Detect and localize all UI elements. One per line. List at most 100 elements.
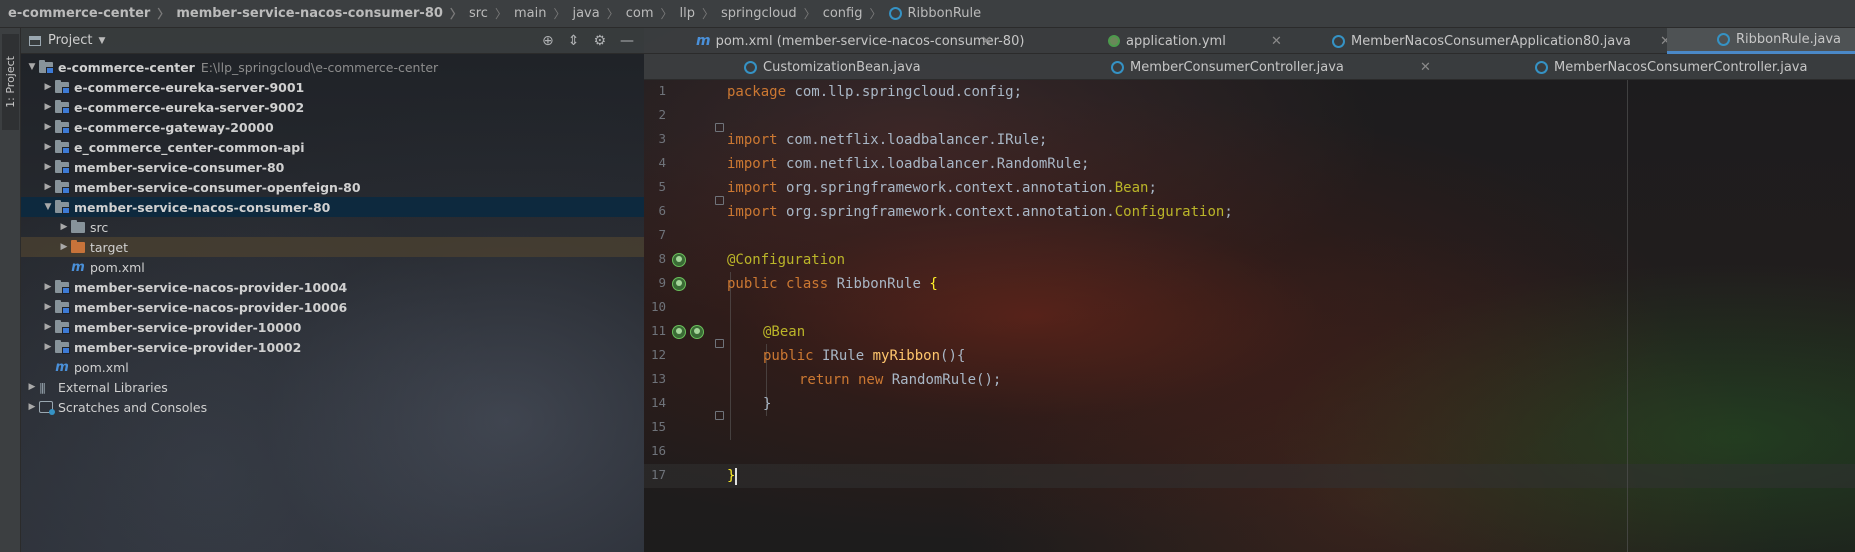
- breadcrumb-label: e-commerce-center: [8, 6, 151, 21]
- expand-arrow-icon[interactable]: ▶: [41, 282, 55, 292]
- tree-row[interactable]: ▼ e-commerce-center E:\llp_springcloud\e…: [21, 57, 644, 77]
- fold-icon[interactable]: [715, 339, 724, 348]
- chevron-right-icon: 〉: [606, 7, 619, 21]
- expand-arrow-icon[interactable]: ▼: [25, 62, 39, 72]
- expand-arrow-icon[interactable]: ▶: [41, 122, 55, 132]
- breadcrumb-item[interactable]: com 〉: [626, 5, 680, 22]
- chevron-right-icon: 〉: [701, 7, 714, 21]
- editor-tab[interactable]: application.yml ✕: [1108, 28, 1282, 54]
- code-token: import: [727, 132, 778, 148]
- line-number: 1: [658, 83, 666, 98]
- class-icon: [1111, 60, 1124, 74]
- tree-row[interactable]: ▶ member-service-consumer-80: [21, 157, 644, 177]
- tree-row[interactable]: ▶ ||| External Libraries: [21, 377, 644, 397]
- module-folder-icon: [55, 199, 70, 214]
- editor-tab-active[interactable]: RibbonRule.java: [1667, 28, 1855, 54]
- tree-row[interactable]: ▶ member-service-provider-10002: [21, 337, 644, 357]
- breadcrumb-label: java: [572, 6, 600, 21]
- expand-arrow-icon[interactable]: ▶: [41, 182, 55, 192]
- tree-row[interactable]: ▶ e-commerce-eureka-server-9001: [21, 77, 644, 97]
- module-folder-icon: [55, 99, 70, 114]
- editor-tab[interactable]: MemberNacosConsumerController.java: [1535, 54, 1807, 80]
- tree-row[interactable]: ▶ member-service-nacos-provider-10004: [21, 277, 644, 297]
- line-number: 9: [658, 275, 666, 290]
- code-token: IRule: [813, 348, 873, 364]
- expand-arrow-icon[interactable]: ▶: [41, 162, 55, 172]
- tree-row[interactable]: ▶ member-service-consumer-openfeign-80: [21, 177, 644, 197]
- line-number: 15: [650, 419, 666, 434]
- tree-row[interactable]: ▶ Scratches and Consoles: [21, 397, 644, 417]
- expand-arrow-icon[interactable]: ▶: [41, 322, 55, 332]
- panel-toolbar: ⊕ ⇕ ⚙ —: [542, 33, 644, 49]
- spring-bean-icon[interactable]: [690, 325, 704, 339]
- spring-bean-icon[interactable]: [672, 325, 686, 339]
- tree-row[interactable]: ▼ member-service-nacos-consumer-80: [21, 197, 644, 217]
- text-caret: [735, 467, 738, 485]
- fold-icon[interactable]: [715, 123, 724, 132]
- locate-icon[interactable]: ⊕: [542, 33, 554, 49]
- fold-icon[interactable]: [715, 196, 724, 205]
- line-number: 5: [658, 179, 666, 194]
- editor-tab[interactable]: MemberConsumerController.java ✕: [1111, 54, 1431, 80]
- tree-row[interactable]: ▶ target: [21, 237, 644, 257]
- gear-icon[interactable]: ⚙: [593, 33, 606, 49]
- breadcrumb-item[interactable]: member-service-nacos-consumer-80 〉: [176, 5, 469, 22]
- tree-row[interactable]: ▶ src: [21, 217, 644, 237]
- expand-arrow-icon[interactable]: ▶: [41, 142, 55, 152]
- folder-icon: [71, 219, 85, 233]
- collapse-icon[interactable]: ⇕: [568, 33, 580, 49]
- editor-tab[interactable]: MemberNacosConsumerApplication80.java ✕: [1332, 28, 1671, 54]
- expand-arrow-icon[interactable]: ▶: [25, 382, 39, 392]
- code-editor[interactable]: 1 2 3 4 5 6 7 8 9 10 11 12 13 14 15 16 1…: [644, 80, 1855, 552]
- project-tool-tab[interactable]: 1: Project: [2, 34, 19, 130]
- tree-row[interactable]: m pom.xml: [21, 357, 644, 377]
- fold-icon[interactable]: [715, 411, 724, 420]
- minimize-icon[interactable]: —: [620, 33, 634, 49]
- class-icon: [744, 60, 757, 74]
- class-icon: [1717, 33, 1730, 46]
- code-token: com.llp.springcloud.config;: [786, 84, 1023, 100]
- tree-row[interactable]: ▶ member-service-provider-10000: [21, 317, 644, 337]
- expand-arrow-icon[interactable]: ▶: [41, 302, 55, 312]
- expand-arrow-icon[interactable]: ▶: [25, 402, 39, 412]
- breadcrumb-item[interactable]: RibbonRule: [888, 6, 981, 21]
- expand-arrow-icon[interactable]: ▶: [57, 242, 71, 252]
- expand-arrow-icon[interactable]: ▶: [41, 102, 55, 112]
- close-icon[interactable]: ✕: [981, 34, 992, 49]
- project-view-icon: [29, 35, 41, 46]
- chevron-down-icon[interactable]: ▼: [98, 36, 105, 46]
- close-icon[interactable]: ✕: [1420, 60, 1431, 75]
- module-folder-icon: [55, 159, 70, 174]
- module-folder-icon: [55, 139, 70, 154]
- editor-tab[interactable]: CustomizationBean.java: [744, 54, 921, 80]
- editor-tab[interactable]: m pom.xml (member-service-nacos-consumer…: [696, 28, 1024, 54]
- breadcrumb-item[interactable]: config 〉: [823, 5, 889, 22]
- editor-tab-label: MemberNacosConsumerController.java: [1554, 59, 1808, 75]
- breadcrumb-item[interactable]: java 〉: [572, 5, 625, 22]
- breadcrumb-item[interactable]: src 〉: [469, 5, 514, 22]
- maven-icon: m: [55, 359, 69, 375]
- chevron-right-icon: 〉: [660, 7, 673, 21]
- close-icon[interactable]: ✕: [1271, 34, 1282, 49]
- editor-tab-label: MemberConsumerController.java: [1130, 59, 1344, 75]
- tree-row[interactable]: ▶ member-service-nacos-provider-10006: [21, 297, 644, 317]
- spring-bean-icon[interactable]: [672, 253, 686, 267]
- tree-row[interactable]: ▶ e_commerce_center-common-api: [21, 137, 644, 157]
- expand-arrow-icon[interactable]: ▼: [41, 202, 55, 212]
- breadcrumb-item[interactable]: springcloud 〉: [721, 5, 823, 22]
- project-tree: ▼ e-commerce-center E:\llp_springcloud\e…: [21, 54, 644, 417]
- expand-arrow-icon[interactable]: ▶: [41, 82, 55, 92]
- project-panel-title[interactable]: Project: [48, 33, 92, 48]
- breadcrumb-label: member-service-nacos-consumer-80: [176, 6, 443, 21]
- tree-row[interactable]: m pom.xml: [21, 257, 644, 277]
- line-number: 14: [650, 395, 666, 410]
- breadcrumb-item[interactable]: llp 〉: [680, 5, 722, 22]
- expand-arrow-icon[interactable]: ▶: [41, 342, 55, 352]
- breadcrumb-item[interactable]: e-commerce-center 〉: [8, 5, 176, 22]
- breadcrumb-item[interactable]: main 〉: [514, 5, 573, 22]
- expand-arrow-icon[interactable]: ▶: [57, 222, 71, 232]
- code-token: return new: [799, 372, 884, 388]
- tree-row[interactable]: ▶ e-commerce-eureka-server-9002: [21, 97, 644, 117]
- tree-row[interactable]: ▶ e-commerce-gateway-20000: [21, 117, 644, 137]
- spring-bean-icon[interactable]: [672, 277, 686, 291]
